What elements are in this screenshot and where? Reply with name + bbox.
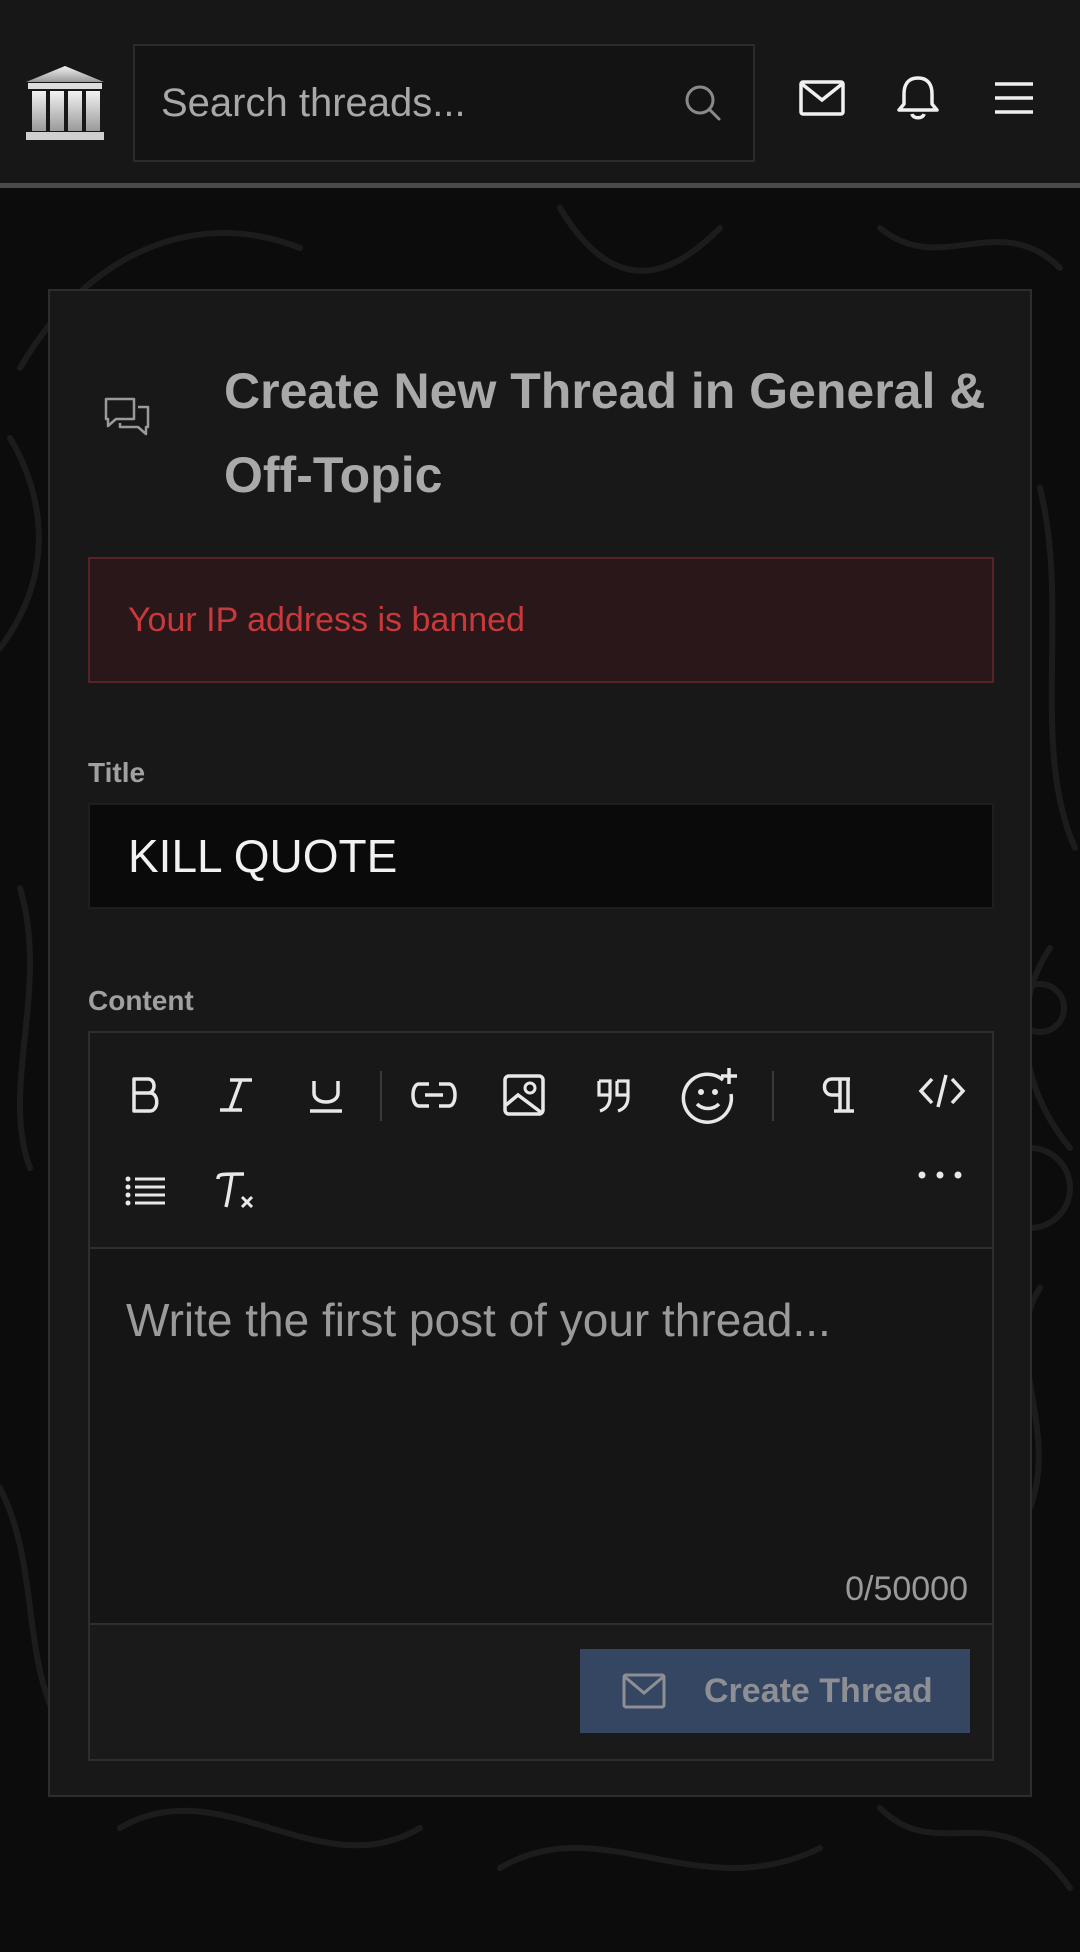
more-options-button[interactable]	[912, 1147, 968, 1203]
bell-icon	[897, 76, 939, 120]
content-label: Content	[88, 985, 194, 1016]
list-button[interactable]	[118, 1163, 174, 1219]
content-textarea[interactable]: Write the first post of your thread... 0…	[90, 1249, 992, 1623]
italic-button[interactable]	[208, 1067, 264, 1123]
title-label: Title	[88, 757, 146, 788]
quote-button[interactable]	[586, 1067, 642, 1123]
mail-icon	[799, 80, 845, 116]
italic-icon	[220, 1078, 252, 1112]
paragraph-button[interactable]	[808, 1067, 864, 1123]
create-thread-card: Create New Thread in General & Off-Topic…	[48, 289, 1032, 1797]
create-thread-button[interactable]: Create Thread	[580, 1649, 970, 1733]
character-count: 0/50000	[845, 1570, 968, 1608]
list-icon	[125, 1176, 165, 1206]
editor-toolbar	[90, 1033, 992, 1249]
search-icon[interactable]	[683, 83, 723, 123]
link-button[interactable]	[406, 1067, 462, 1123]
error-alert: Your IP address is banned	[88, 557, 994, 683]
bold-button[interactable]	[118, 1067, 174, 1123]
emoji-button[interactable]	[676, 1063, 742, 1129]
image-button[interactable]	[496, 1067, 552, 1123]
create-thread-label: Create Thread	[704, 1671, 933, 1710]
code-icon	[918, 1074, 966, 1108]
clear-format-icon	[216, 1172, 254, 1209]
paragraph-icon	[822, 1077, 854, 1113]
mail-icon	[622, 1673, 666, 1709]
quote-icon	[597, 1079, 630, 1113]
menu-button[interactable]	[988, 72, 1040, 124]
underline-icon	[310, 1081, 342, 1113]
bank-columns-icon[interactable]	[24, 64, 106, 142]
messages-button[interactable]	[796, 72, 848, 124]
top-bar	[0, 0, 1080, 188]
page-title: Create New Thread in General & Off-Topic	[224, 363, 986, 503]
content-placeholder: Write the first post of your thread...	[126, 1294, 831, 1346]
title-input[interactable]: KILL QUOTE	[88, 803, 994, 909]
search-box	[133, 44, 755, 162]
code-button[interactable]	[914, 1063, 970, 1119]
menu-icon	[995, 82, 1033, 114]
clear-format-button[interactable]	[208, 1163, 264, 1219]
emoji-icon	[681, 1068, 737, 1124]
link-icon	[411, 1082, 457, 1108]
notifications-button[interactable]	[892, 72, 944, 124]
toolbar-divider	[772, 1071, 774, 1121]
content-editor: Write the first post of your thread... 0…	[88, 1031, 994, 1761]
bold-icon	[132, 1077, 159, 1113]
more-icon	[918, 1171, 962, 1179]
editor-footer: Create Thread	[90, 1623, 992, 1759]
toolbar-divider	[380, 1071, 382, 1121]
underline-button[interactable]	[298, 1067, 354, 1123]
chat-bubbles-icon	[104, 397, 150, 436]
search-input[interactable]	[135, 46, 683, 160]
image-icon	[503, 1074, 545, 1116]
